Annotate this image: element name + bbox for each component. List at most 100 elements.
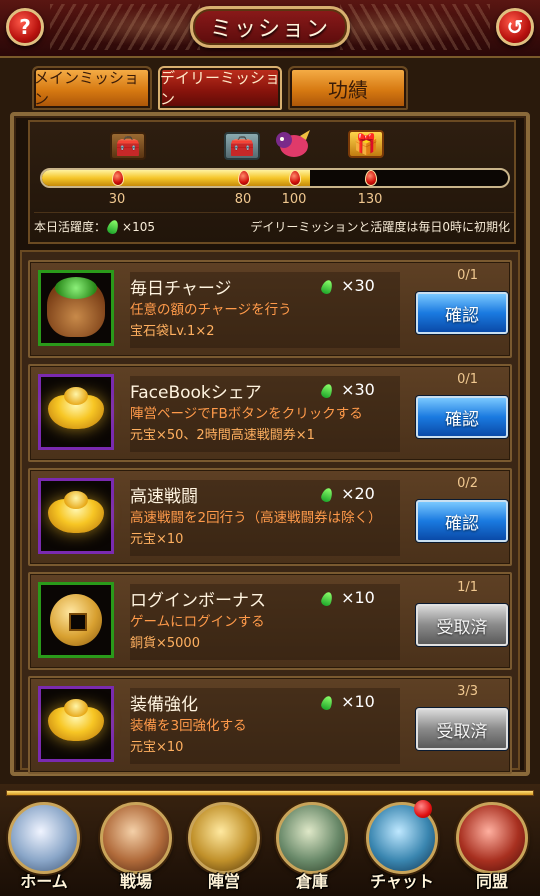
- mission-progress: 0/2: [457, 476, 478, 491]
- mission-description: 任意の額のチャージを行う: [130, 302, 292, 318]
- back-button[interactable]: ↺: [496, 8, 534, 46]
- milestone-label: 130: [357, 192, 383, 207]
- mission-points: ×30: [319, 380, 375, 399]
- chest-icon-130[interactable]: 🎁: [348, 130, 384, 158]
- gem-bag-icon: [38, 270, 114, 346]
- mission-points: ×10: [319, 588, 375, 607]
- mission-description: ゲームにログインする: [130, 614, 265, 630]
- mission-tabs: メインミッション デイリーミッション 功績: [32, 66, 512, 110]
- mission-text: FaceBookシェア ×30 陣営ページでFBボタンをクリックする 元宝×50…: [130, 376, 400, 452]
- notification-dot: [414, 800, 432, 818]
- activity-label: 本日活躍度：: [34, 220, 107, 234]
- copper-coin-icon: [38, 582, 114, 658]
- reset-notice: デイリーミッションと活躍度は毎日0時に初期化: [250, 220, 510, 234]
- chest-icon-80[interactable]: 🧰: [224, 132, 260, 160]
- mission-progress: 1/1: [457, 580, 478, 595]
- nav-divider: [6, 790, 534, 796]
- mission-name: 毎日チャージ: [130, 279, 232, 299]
- activity-leaf-icon: [319, 694, 335, 711]
- mission-points: ×10: [319, 692, 375, 711]
- mission-description: 装備を3回強化する: [130, 718, 247, 734]
- mission-name: ログインボーナス: [130, 591, 266, 611]
- mission-points: ×20: [319, 484, 375, 503]
- activity-leaf-icon: [319, 278, 335, 295]
- nav-battlefield[interactable]: 戦場: [94, 800, 178, 892]
- gold-ingot-icon: [38, 374, 114, 450]
- gold-ingot-icon: [38, 478, 114, 554]
- nav-faction[interactable]: 陣営: [182, 800, 266, 892]
- mascot-icon: [276, 130, 310, 157]
- mission-item: FaceBookシェア ×30 陣営ページでFBボタンをクリックする 元宝×50…: [28, 364, 512, 462]
- mission-reward: 宝石袋Lv.1×2: [130, 324, 215, 339]
- nav-chat[interactable]: チャット: [360, 800, 444, 892]
- nav-label: チャット: [370, 872, 434, 891]
- mission-name: 高速戦闘: [130, 487, 198, 507]
- mission-reward: 元宝×50、2時間高速戦闘券×1: [130, 428, 315, 443]
- header-ornament-left: [50, 4, 200, 50]
- nav-home[interactable]: ホーム: [2, 800, 86, 892]
- tab-daily-mission[interactable]: デイリーミッション: [158, 66, 282, 110]
- mission-item: 高速戦闘 ×20 高速戦闘を2回行う（高速戦闘券は除く） 元宝×10 0/2 確…: [28, 468, 512, 566]
- mission-text: 毎日チャージ ×30 任意の額のチャージを行う 宝石袋Lv.1×2: [130, 272, 400, 348]
- banner-icon: [456, 802, 528, 874]
- help-button[interactable]: ?: [6, 8, 44, 46]
- nav-label: 陣営: [207, 872, 240, 891]
- activity-info-row: 本日活躍度： ×105 デイリーミッションと活躍度は毎日0時に初期化: [34, 212, 514, 240]
- help-icon: ?: [19, 15, 31, 39]
- mission-progress: 0/1: [457, 372, 478, 387]
- mission-list[interactable]: 毎日チャージ ×30 任意の額のチャージを行う 宝石袋Lv.1×2 0/1 確認…: [20, 250, 520, 774]
- nav-label: 同盟: [475, 872, 508, 891]
- confirm-button[interactable]: 確認: [416, 396, 508, 438]
- nav-label: ホーム: [20, 872, 68, 891]
- mission-text: 高速戦闘 ×20 高速戦闘を2回行う（高速戦闘券は除く） 元宝×10: [130, 480, 400, 556]
- warehouse-icon: [276, 802, 348, 874]
- milestone-marker: [236, 166, 250, 190]
- milestone-marker: [363, 166, 377, 190]
- mission-reward: 銅貨×5000: [130, 636, 200, 651]
- confirm-button[interactable]: 確認: [416, 500, 508, 542]
- milestone-label: 30: [108, 192, 126, 207]
- activity-value: ×105: [122, 219, 155, 234]
- mission-reward: 元宝×10: [130, 532, 184, 547]
- nav-alliance[interactable]: 同盟: [450, 800, 534, 892]
- header-ornament-right: [340, 4, 490, 50]
- mission-text: 装備強化 ×10 装備を3回強化する 元宝×10: [130, 688, 400, 764]
- tab-achievements[interactable]: 功績: [288, 66, 408, 110]
- mission-item: 装備強化 ×10 装備を3回強化する 元宝×10 3/3 受取済: [28, 676, 512, 774]
- page-title: ミッション: [190, 6, 350, 48]
- mission-progress: 3/3: [457, 684, 478, 699]
- mission-name: FaceBookシェア: [130, 383, 262, 403]
- mission-description: 陣営ページでFBボタンをクリックする: [130, 406, 363, 422]
- activity-leaf-icon: [319, 486, 335, 503]
- mission-points: ×30: [319, 276, 375, 295]
- claimed-button[interactable]: 受取済: [416, 708, 508, 750]
- mission-progress: 0/1: [457, 268, 478, 283]
- mission-text: ログインボーナス ×10 ゲームにログインする 銅貨×5000: [130, 584, 400, 660]
- war-drum-icon: [100, 802, 172, 874]
- mission-reward: 元宝×10: [130, 740, 184, 755]
- gold-ingot-icon: [38, 686, 114, 762]
- mission-description: 高速戦闘を2回行う（高速戦闘券は除く）: [130, 510, 382, 526]
- mission-name: 装備強化: [130, 695, 198, 715]
- activity-progress-panel: 🧰 🧰 🎁 30 80 100 130 本日活躍度： ×105 デイリーミッショ…: [28, 120, 516, 244]
- milestone-label: 80: [234, 192, 252, 207]
- milestone-marker: [110, 166, 124, 190]
- helmet-icon: [188, 802, 260, 874]
- claimed-button[interactable]: 受取済: [416, 604, 508, 646]
- mission-panel: 🧰 🧰 🎁 30 80 100 130 本日活躍度： ×105 デイリーミッショ…: [10, 112, 530, 776]
- nav-label: 戦場: [119, 872, 152, 891]
- activity-leaf-icon: [105, 218, 121, 235]
- nav-warehouse[interactable]: 倉庫: [270, 800, 354, 892]
- mission-item: ログインボーナス ×10 ゲームにログインする 銅貨×5000 1/1 受取済: [28, 572, 512, 670]
- chest-icon-30[interactable]: 🧰: [110, 132, 146, 160]
- header-bar: ? ミッション ↺: [0, 0, 540, 58]
- confirm-button[interactable]: 確認: [416, 292, 508, 334]
- activity-leaf-icon: [319, 382, 335, 399]
- milestone-marker: [287, 166, 301, 190]
- castle-icon: [8, 802, 80, 874]
- nav-label: 倉庫: [295, 872, 328, 891]
- activity-leaf-icon: [319, 590, 335, 607]
- tab-main-mission[interactable]: メインミッション: [32, 66, 152, 110]
- activity-progress-fill: [42, 170, 310, 186]
- back-arrow-icon: ↺: [506, 15, 524, 39]
